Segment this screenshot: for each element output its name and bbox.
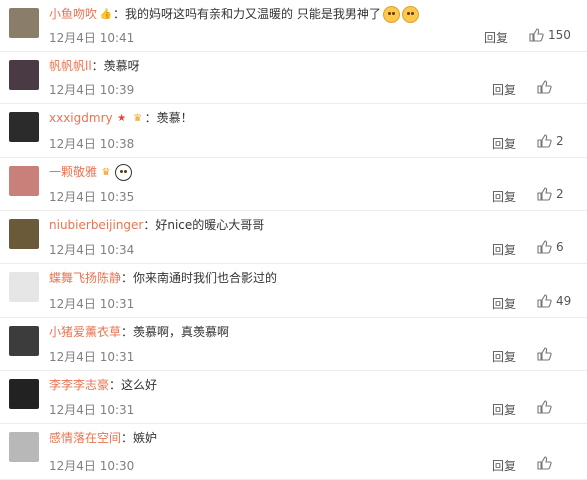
reply-button[interactable]: 回复 (492, 81, 516, 98)
like-button[interactable]: 49 (537, 294, 571, 308)
comment-row: 感情落在空间：嫉妒 12月4日 10:30 回复 (0, 424, 587, 480)
comment-text: ：羡慕啊，真羡慕啊 (121, 325, 230, 339)
avatar[interactable] (9, 432, 39, 462)
comment-content: 帆帆帆ll：羡慕呀 (49, 57, 140, 74)
timestamp: 12月4日 10:31 (49, 350, 135, 364)
like-button[interactable]: 150 (529, 28, 571, 42)
username-link[interactable]: 感情落在空间 (49, 431, 121, 445)
comment-text: ：我的妈呀这吗有亲和力又温暖的 只能是我男神了 (113, 7, 381, 21)
comment-list: 小鱼吻吹 👍：我的妈呀这吗有亲和力又温暖的 只能是我男神了 12月4日 10:41 回… (0, 0, 587, 480)
username-link[interactable]: 蝶舞飞扬陈静 (49, 271, 121, 285)
avatar[interactable] (9, 112, 39, 142)
like-button[interactable] (537, 400, 552, 414)
emoji-icon (382, 6, 400, 23)
timestamp: 12月4日 10:31 (49, 403, 135, 417)
emoji-icon (115, 164, 133, 181)
comment-row: 一颗敬雅 ♛ 12月4日 10:35 回复 2 (0, 158, 587, 211)
like-count: 49 (556, 294, 572, 308)
like-button[interactable]: 2 (537, 187, 564, 201)
avatar[interactable] (9, 166, 39, 196)
reply-button[interactable]: 回复 (492, 241, 516, 258)
like-button[interactable]: 6 (537, 240, 564, 254)
crown-badge-icon: ♛ (133, 112, 143, 124)
like-count: 2 (556, 134, 564, 148)
thumbs-up-icon (537, 187, 552, 201)
username-link[interactable]: 李李李志豪 (49, 378, 109, 392)
comment-text: ：羡慕！ (144, 111, 193, 125)
reply-button[interactable]: 回复 (484, 29, 508, 46)
thumbs-up-icon (537, 240, 552, 254)
comment-text: ：嫉妒 (121, 431, 158, 445)
username-link[interactable]: 小鱼吻吹 (49, 7, 97, 21)
emoji-icon (401, 6, 419, 23)
comment-row: xxxigdmry ★ ♛ ：羡慕！ 12月4日 10:38 回复 2 (0, 104, 587, 158)
avatar[interactable] (9, 60, 39, 90)
star-badge-icon: ★ (117, 112, 127, 124)
thumbs-up-icon (537, 347, 552, 361)
comment-row: niubierbeijinger：好nice的暖心大哥哥 12月4日 10:34 回… (0, 211, 587, 264)
crown-badge-icon: ♛ (101, 166, 111, 178)
comment-text: ：你来南通时我们也合影过的 (121, 271, 278, 285)
like-button[interactable] (537, 80, 552, 94)
avatar[interactable] (9, 379, 39, 409)
like-count: 150 (548, 28, 571, 42)
timestamp: 12月4日 10:41 (49, 31, 135, 45)
comment-row: 蝶舞飞扬陈静：你来南通时我们也合影过的 12月4日 10:31 回复 49 (0, 264, 587, 318)
thumbs-up-icon (537, 294, 552, 308)
reply-button[interactable]: 回复 (492, 457, 516, 474)
thumbs-up-icon (537, 134, 552, 148)
comment-content: 一颗敬雅 ♛ (49, 163, 133, 181)
comment-text: ：好nice的暖心大哥哥 (143, 218, 265, 232)
timestamp: 12月4日 10:38 (49, 137, 135, 151)
like-button[interactable] (537, 456, 552, 470)
comment-content: niubierbeijinger：好nice的暖心大哥哥 (49, 216, 264, 233)
username-link[interactable]: xxxigdmry (49, 111, 113, 125)
timestamp: 12月4日 10:30 (49, 459, 135, 473)
comment-content: 小猪爱薰衣草：羡慕啊，真羡慕啊 (49, 323, 229, 340)
like-button[interactable] (537, 347, 552, 361)
timestamp: 12月4日 10:34 (49, 243, 135, 257)
username-link[interactable]: 帆帆帆ll (49, 59, 92, 73)
comment-text: ：羡慕呀 (91, 59, 140, 73)
comment-content: xxxigdmry ★ ♛ ：羡慕！ (49, 109, 193, 126)
username-link[interactable]: 一颗敬雅 (49, 165, 97, 179)
avatar[interactable] (9, 272, 39, 302)
thumbs-up-icon (537, 456, 552, 470)
avatar[interactable] (9, 8, 39, 38)
comment-content: 蝶舞飞扬陈静：你来南通时我们也合影过的 (49, 269, 277, 286)
reply-button[interactable]: 回复 (492, 295, 516, 312)
comment-row: 帆帆帆ll：羡慕呀 12月4日 10:39 回复 (0, 52, 587, 104)
like-button[interactable]: 2 (537, 134, 564, 148)
timestamp: 12月4日 10:35 (49, 190, 135, 204)
comment-row: 小鱼吻吹 👍：我的妈呀这吗有亲和力又温暖的 只能是我男神了 12月4日 10:41 回… (0, 0, 587, 52)
like-count: 6 (556, 240, 564, 254)
comment-text: ：这么好 (109, 378, 158, 392)
username-link[interactable]: 小猪爱薰衣草 (49, 325, 121, 339)
thumbs-up-icon (529, 28, 544, 42)
reply-button[interactable]: 回复 (492, 348, 516, 365)
avatar[interactable] (9, 219, 39, 249)
thumb-badge-icon: 👍 (99, 8, 113, 20)
comment-content: 李李李志豪：这么好 (49, 376, 157, 393)
thumbs-up-icon (537, 400, 552, 414)
reply-button[interactable]: 回复 (492, 188, 516, 205)
avatar[interactable] (9, 326, 39, 356)
reply-button[interactable]: 回复 (492, 135, 516, 152)
comment-content: 小鱼吻吹 👍：我的妈呀这吗有亲和力又温暖的 只能是我男神了 (49, 5, 419, 23)
comment-row: 小猪爱薰衣草：羡慕啊，真羡慕啊 12月4日 10:31 回复 (0, 318, 587, 371)
username-link[interactable]: niubierbeijinger (49, 218, 143, 232)
reply-button[interactable]: 回复 (492, 401, 516, 418)
like-count: 2 (556, 187, 564, 201)
timestamp: 12月4日 10:39 (49, 83, 135, 97)
thumbs-up-icon (537, 80, 552, 94)
comment-content: 感情落在空间：嫉妒 (49, 429, 157, 446)
comment-row: 李李李志豪：这么好 12月4日 10:31 回复 (0, 371, 587, 424)
timestamp: 12月4日 10:31 (49, 297, 135, 311)
